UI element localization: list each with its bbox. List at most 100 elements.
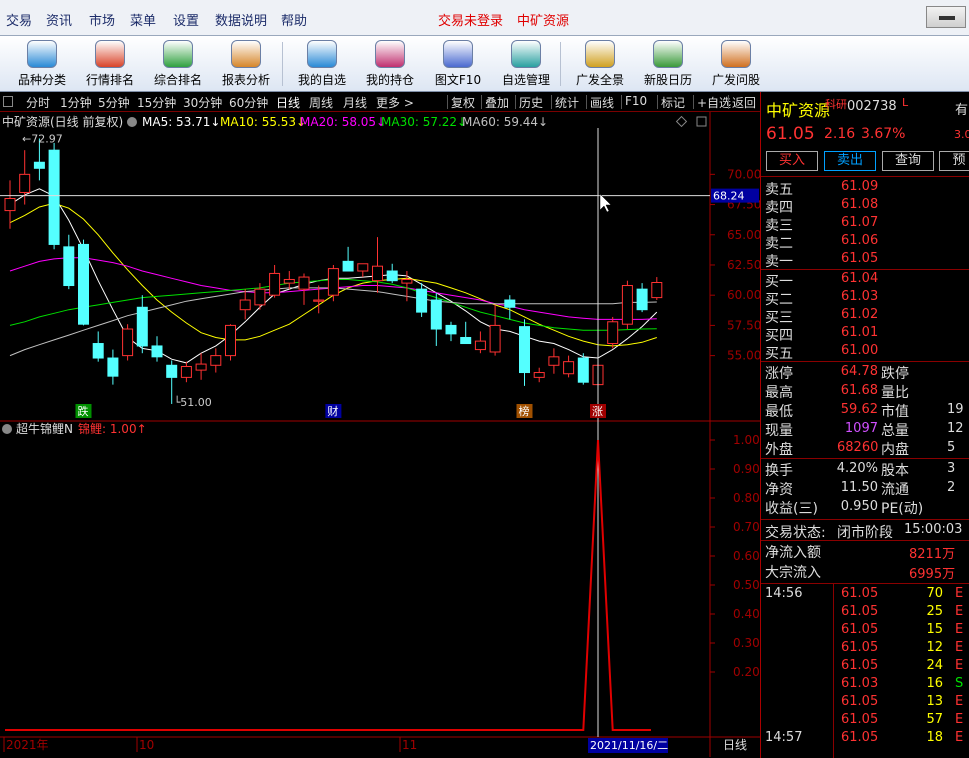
candle[interactable] (504, 295, 516, 320)
period-tab-4[interactable]: 30分钟 (183, 94, 222, 111)
candle-body (33, 161, 45, 169)
candle[interactable] (327, 264, 339, 302)
candle[interactable] (342, 246, 354, 272)
candle[interactable] (78, 239, 89, 326)
candle[interactable] (195, 353, 207, 380)
candle[interactable] (283, 271, 295, 290)
toolbar-button-6[interactable]: 图文F10 (424, 38, 492, 90)
period-tab-3[interactable]: 15分钟 (137, 94, 176, 111)
toolbar-button-0[interactable]: 品种分类 (8, 38, 76, 90)
chart-action-1[interactable]: 叠加 (485, 94, 509, 111)
menu-settings[interactable]: 设置 (173, 10, 199, 29)
tick-price: 61.05 (841, 622, 879, 637)
candle[interactable] (225, 324, 236, 361)
price-tick-label: 70.00 (727, 167, 760, 181)
candle[interactable] (548, 348, 560, 374)
candle[interactable] (416, 283, 428, 317)
candle[interactable] (577, 353, 589, 385)
chart-action-4[interactable]: 画线 (590, 94, 614, 111)
candle[interactable] (298, 273, 310, 305)
toolbar-button-5[interactable]: 我的持仓 (356, 38, 424, 90)
chart-action-2[interactable]: 历史 (519, 94, 543, 111)
candle[interactable] (489, 304, 501, 356)
tick-side: S (955, 676, 964, 691)
period-tab-5[interactable]: 60分钟 (229, 94, 268, 111)
quote-button-2[interactable]: 查询 (882, 151, 934, 171)
candle[interactable] (92, 331, 104, 362)
panel-toggle-icon[interactable] (3, 96, 13, 107)
period-tab-7[interactable]: 周线 (309, 94, 333, 111)
toolbar-icon-1 (95, 40, 125, 68)
buy-level-label: 买三 (765, 310, 793, 326)
quote-button-0[interactable]: 买入 (766, 151, 818, 171)
candle[interactable] (533, 367, 545, 383)
menu-market[interactable]: 市场 (89, 10, 115, 29)
candle[interactable] (151, 336, 163, 362)
toolbar-button-2[interactable]: 综合排名 (144, 38, 212, 90)
candle[interactable] (19, 150, 31, 205)
toolbar-button-8[interactable]: 广发全景 (566, 38, 634, 90)
toolbar-button-4[interactable]: 我的自选 (288, 38, 356, 90)
quote-button-1[interactable]: 卖出 (824, 151, 876, 171)
period-tab-1[interactable]: 1分钟 (60, 94, 92, 111)
candle[interactable] (122, 324, 134, 361)
chart-action-6[interactable]: 标记 (661, 94, 685, 111)
candle-body (107, 357, 119, 377)
indicator-dropdown-icon[interactable] (2, 424, 12, 434)
menu-menu[interactable]: 菜单 (130, 10, 156, 29)
candle[interactable] (651, 277, 663, 301)
candle[interactable] (357, 263, 369, 278)
candle[interactable] (460, 321, 472, 345)
candle[interactable] (239, 289, 251, 320)
candle[interactable] (607, 316, 619, 349)
candle[interactable] (563, 355, 575, 378)
candle[interactable] (63, 234, 75, 290)
period-tab-6[interactable]: 日线 (276, 94, 300, 111)
diamond-icon[interactable] (675, 115, 688, 128)
candle[interactable] (445, 321, 457, 342)
buy-level-price: 61.01 (841, 325, 879, 340)
maximize-icon[interactable] (696, 116, 707, 127)
menu-trade[interactable]: 交易 (6, 10, 32, 29)
cursor-price-label: 68.24 (713, 190, 745, 203)
menu-help[interactable]: 帮助 (281, 10, 307, 29)
candle[interactable] (269, 264, 281, 298)
candle[interactable] (180, 361, 192, 383)
chart-area[interactable]: 中矿资源(日线 前复权) MA5: 53.71↓ MA10: 55.53↓MA20:… (0, 112, 760, 757)
candle[interactable] (519, 319, 530, 386)
candle[interactable] (107, 349, 119, 385)
candle-body (607, 321, 619, 345)
menu-news[interactable]: 资讯 (46, 10, 72, 29)
chart-action-3[interactable]: 统计 (555, 94, 579, 111)
menu-data-help[interactable]: 数据说明 (215, 10, 267, 29)
legend-dropdown-icon[interactable] (127, 117, 137, 127)
stat2-value-2: 2 (947, 480, 956, 495)
candle[interactable] (621, 280, 633, 330)
candle[interactable] (372, 237, 383, 293)
period-tab-8[interactable]: 月线 (343, 94, 367, 111)
minimize-button[interactable] (926, 6, 966, 28)
candle[interactable] (430, 292, 442, 346)
toolbar-button-10[interactable]: 广发问股 (702, 38, 770, 90)
candle[interactable] (474, 331, 486, 354)
candle[interactable] (636, 283, 648, 313)
chart-action-8[interactable]: 返回 (732, 94, 756, 111)
toolbar-button-3[interactable]: 报表分析 (212, 38, 280, 90)
period-label: 日线 (723, 738, 747, 752)
candle[interactable] (386, 263, 398, 284)
chart-action-5[interactable]: F10 (625, 94, 647, 108)
toolbar-button-9[interactable]: 新股日历 (634, 38, 702, 90)
toolbar-button-7[interactable]: 自选管理 (492, 38, 560, 90)
period-tab-2[interactable]: 5分钟 (98, 94, 130, 111)
candle[interactable] (136, 295, 148, 354)
toolbar-button-1[interactable]: 行情排名 (76, 38, 144, 90)
action-separator (586, 95, 587, 109)
x-axis-label: 11 (402, 738, 417, 752)
chart-action-0[interactable]: 复权 (451, 94, 475, 111)
chart-action-7[interactable]: +自选 (697, 94, 731, 111)
candle[interactable] (210, 348, 222, 373)
quote-button-3[interactable]: 预 (939, 151, 969, 171)
period-tab-9[interactable]: 更多 > (376, 94, 414, 111)
login-status[interactable]: 交易未登录 (438, 10, 503, 29)
period-tab-0[interactable]: 分时 (26, 94, 50, 111)
